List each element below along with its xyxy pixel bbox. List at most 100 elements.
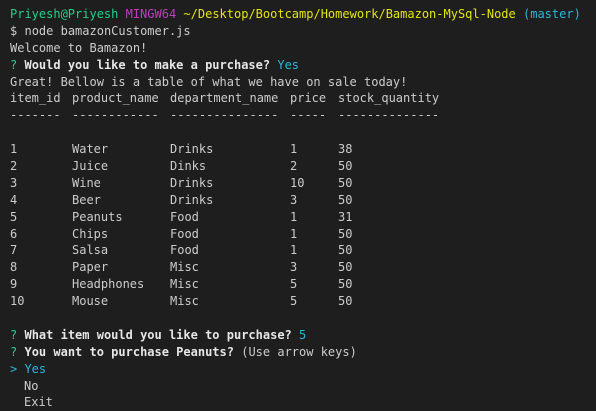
table-row: 6 Chips Food 1 50	[10, 226, 596, 243]
cell-stock-quantity: 38	[338, 142, 353, 157]
cell-product-name: Headphones	[72, 277, 145, 292]
choice-label: Yes	[17, 361, 47, 376]
git-branch: (master)	[523, 7, 581, 21]
cell-price: 5	[290, 277, 298, 292]
cell-item-id: 4	[10, 192, 18, 207]
cell-department-name: Drinks	[170, 192, 214, 207]
cell-stock-quantity: 50	[338, 159, 353, 174]
question-purchase: ? Would you like to make a purchase? Yes	[10, 57, 596, 74]
table-row: 4 Beer Drinks 3 50	[10, 192, 596, 209]
cell-department-name: Dinks	[170, 159, 207, 174]
question-text: You want to purchase Peanuts?	[24, 344, 234, 359]
terminal-window[interactable]: Priyesh@Priyesh MINGW64 ~/Desktop/Bootca…	[0, 0, 596, 409]
table-row: 7 Salsa Food 1 50	[10, 242, 596, 259]
cell-price: 1	[290, 226, 298, 241]
cell-product-name: Chips	[72, 226, 109, 241]
cell-product-name: Wine	[72, 175, 101, 190]
command-line: $ node bamazonCustomer.js	[10, 23, 596, 40]
table-header-row: item_id product_name department_name pri…	[10, 90, 596, 107]
user-host: Priyesh@Priyesh	[10, 7, 119, 21]
answer-text: 5	[299, 327, 307, 342]
welcome-message: Welcome to Bamazon!	[10, 40, 148, 55]
cell-price: 3	[290, 192, 298, 207]
table-body: 1 Water Drinks 1 38 2 Juice Dinks 2 50 3 Wine Drinks…	[10, 141, 596, 310]
prompt-symbol: $	[10, 23, 18, 38]
cell-price: 5	[290, 294, 298, 309]
choice-list: > Yes No Exit	[10, 361, 596, 411]
choice-label: Exit	[24, 395, 53, 410]
question-text: Would you like to make a purchase?	[24, 57, 271, 72]
cell-stock-quantity: 50	[338, 277, 353, 292]
cell-department-name: Food	[170, 243, 199, 258]
header-price: price	[290, 91, 327, 106]
cell-department-name: Misc	[170, 260, 199, 275]
table-row: 2 Juice Dinks 2 50	[10, 158, 596, 175]
cell-stock-quantity: 31	[338, 209, 353, 224]
table-row: 5 Peanuts Food 1 31	[10, 209, 596, 226]
shell-prompt-line: Priyesh@Priyesh MINGW64 ~/Desktop/Bootca…	[10, 6, 596, 23]
table-row: 1 Water Drinks 1 38	[10, 141, 596, 158]
table-row: 8 Paper Misc 3 50	[10, 259, 596, 276]
table-row: 10 Mouse Misc 5 50	[10, 293, 596, 310]
cell-product-name: Peanuts	[72, 209, 123, 224]
answer-text: Yes	[277, 57, 300, 72]
cell-price: 1	[290, 142, 298, 157]
cell-item-id: 3	[10, 175, 18, 190]
question-item: ? What item would you like to purchase? …	[10, 327, 596, 344]
cell-stock-quantity: 50	[338, 243, 353, 258]
cell-product-name: Mouse	[72, 294, 109, 309]
question-confirm: ? You want to purchase Peanuts? (Use arr…	[10, 344, 596, 361]
cell-product-name: Paper	[72, 260, 109, 275]
table-divider-row: ------- ------------ --------------- ---…	[10, 107, 596, 124]
divider: -----	[290, 108, 327, 123]
cell-price: 10	[290, 175, 305, 190]
cell-item-id: 1	[10, 142, 18, 157]
header-item-id: item_id	[10, 91, 61, 106]
cell-department-name: Drinks	[170, 175, 214, 190]
question-text: What item would you like to purchase?	[24, 327, 292, 342]
cell-stock-quantity: 50	[338, 260, 353, 275]
cell-stock-quantity: 50	[338, 192, 353, 207]
choice-exit[interactable]: Exit	[10, 394, 596, 411]
cell-department-name: Food	[170, 226, 199, 241]
cell-stock-quantity: 50	[338, 175, 353, 190]
cell-item-id: 10	[10, 294, 25, 309]
cell-item-id: 9	[10, 277, 18, 292]
choice-yes[interactable]: > Yes	[10, 361, 596, 378]
cell-item-id: 2	[10, 159, 18, 174]
cell-product-name: Salsa	[72, 243, 109, 258]
cell-department-name: Food	[170, 209, 199, 224]
cell-stock-quantity: 50	[338, 294, 353, 309]
current-path: ~/Desktop/Bootcamp/Homework/Bamazon-MySq…	[183, 7, 516, 21]
cell-price: 1	[290, 209, 298, 224]
divider: --------------	[338, 108, 440, 123]
header-stock-quantity: stock_quantity	[338, 91, 440, 106]
header-product-name: product_name	[72, 91, 159, 106]
cell-product-name: Water	[72, 142, 109, 157]
table-row: 9 Headphones Misc 5 50	[10, 276, 596, 293]
question-mark-icon: ?	[10, 57, 18, 72]
question-mark-icon: ?	[10, 327, 18, 342]
cell-stock-quantity: 50	[338, 226, 353, 241]
cell-item-id: 5	[10, 209, 18, 224]
sale-message: Great! Bellow is a table of what we have…	[10, 74, 408, 89]
divider: ---------------	[170, 108, 279, 123]
table-row: 3 Wine Drinks 10 50	[10, 175, 596, 192]
choice-no[interactable]: No	[10, 378, 596, 395]
cell-item-id: 8	[10, 260, 18, 275]
divider: -------	[10, 108, 61, 123]
cell-department-name: Misc	[170, 277, 199, 292]
choice-label: No	[24, 378, 39, 393]
divider: ------------	[72, 108, 159, 123]
command-text: node bamazonCustomer.js	[24, 23, 191, 38]
hint-text: (Use arrow keys)	[241, 344, 357, 359]
cell-product-name: Juice	[72, 159, 109, 174]
cell-department-name: Misc	[170, 294, 199, 309]
system-name: MINGW64	[125, 7, 177, 21]
cell-price: 1	[290, 243, 298, 258]
cell-product-name: Beer	[72, 192, 101, 207]
cell-item-id: 6	[10, 226, 18, 241]
cell-price: 2	[290, 159, 298, 174]
